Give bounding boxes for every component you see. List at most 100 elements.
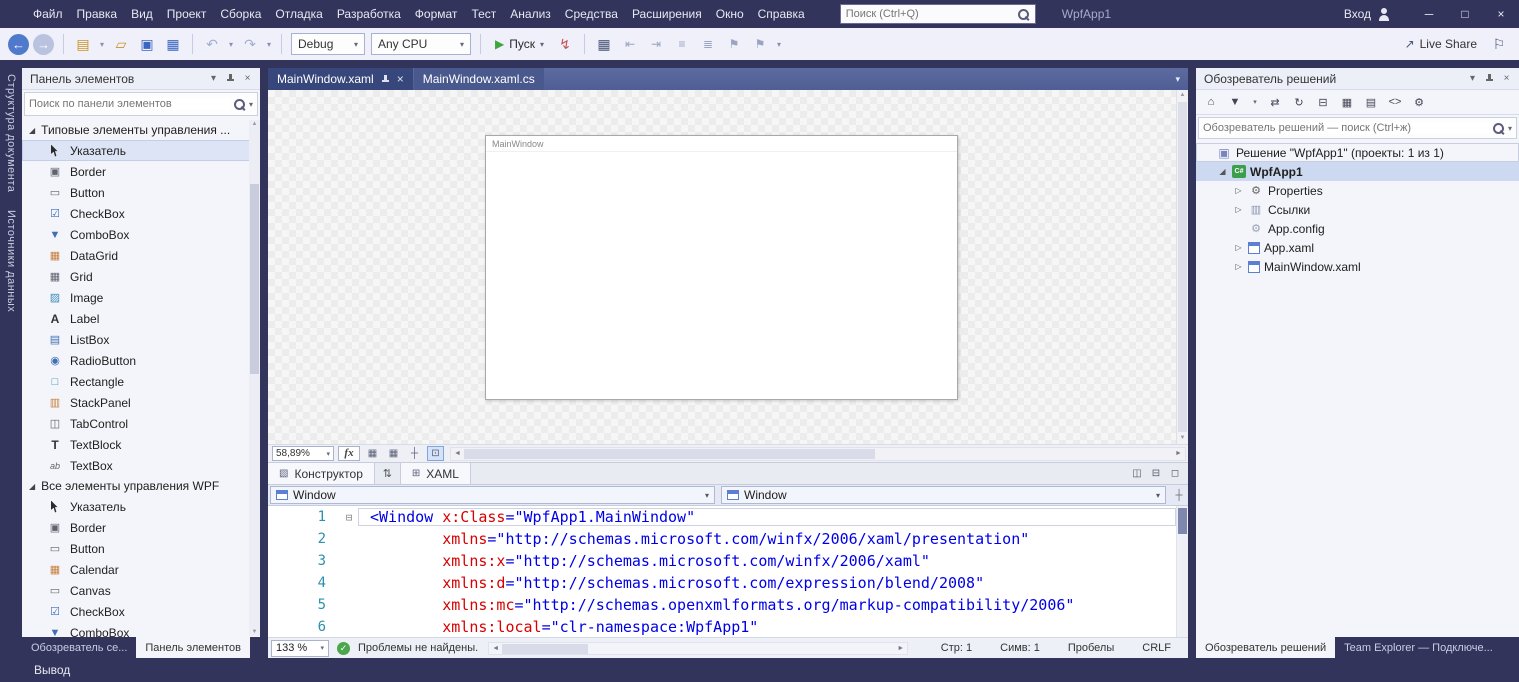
close-icon[interactable]: × <box>397 72 404 86</box>
menu-item-12[interactable]: Окно <box>709 2 751 26</box>
home-icon[interactable]: ⌂ <box>1203 96 1219 108</box>
menu-item-3[interactable]: Проект <box>160 2 214 26</box>
tab-xaml[interactable]: ⊞ XAML <box>401 463 471 484</box>
redo-dropdown-icon[interactable]: ▾ <box>264 32 274 56</box>
toolbox-options-icon[interactable]: ▾ <box>205 70 222 87</box>
toolbox-item-checkbox[interactable]: ☑CheckBox <box>22 601 260 622</box>
tab-design[interactable]: ▧ Конструктор <box>268 463 375 484</box>
toolbox-item-grid[interactable]: ▦Grid <box>22 266 260 287</box>
doc-tab-1[interactable]: MainWindow.xaml.cs <box>414 68 544 90</box>
solution-platforms-select[interactable]: Any CPU ▾ <box>371 33 471 55</box>
menu-item-8[interactable]: Тест <box>464 2 503 26</box>
toolbox-tab-1[interactable]: Панель элементов <box>136 637 250 658</box>
quick-search-input[interactable] <box>846 8 1013 20</box>
hot-reload-icon[interactable]: ↯ <box>553 32 577 56</box>
toolbox-item-border[interactable]: ▣Border <box>22 161 260 182</box>
toolbox-item-rectangle[interactable]: □Rectangle <box>22 371 260 392</box>
toolbox-item-textblock[interactable]: TTextBlock <box>22 434 260 455</box>
scroll-down-icon[interactable]: ▼ <box>252 629 258 635</box>
minimize-button[interactable]: ─ <box>1411 0 1447 28</box>
toolbox-item-button[interactable]: ▭Button <box>22 538 260 559</box>
save-all-button[interactable]: ▦ <box>161 32 185 56</box>
toolbox-item-radiobutton[interactable]: ◉RadioButton <box>22 350 260 371</box>
solution-tab-1[interactable]: Team Explorer — Подключе... <box>1335 637 1502 658</box>
horizontal-split-icon[interactable]: ⊟ <box>1148 468 1164 479</box>
menu-item-13[interactable]: Справка <box>751 2 812 26</box>
solution-pin-icon[interactable] <box>1481 70 1498 87</box>
toolbox-item-pointer[interactable]: Указатель <box>22 140 260 161</box>
menu-item-2[interactable]: Вид <box>124 2 160 26</box>
code-view-icon[interactable]: <> <box>1387 96 1403 108</box>
toolbox-item-combobox[interactable]: ▼ComboBox <box>22 622 260 637</box>
code-line-2[interactable]: 2 xmlns="http://schemas.microsoft.com/wi… <box>268 528 1176 550</box>
toolbox-item-stackpanel[interactable]: ▥StackPanel <box>22 392 260 413</box>
tree-item-0[interactable]: ▣Решение "WpfApp1" (проекты: 1 из 1) <box>1196 143 1519 162</box>
toolbox-search[interactable]: ▾ <box>24 92 258 116</box>
line-ending-indicator[interactable]: CRLF <box>1142 642 1171 654</box>
new-project-dropdown-icon[interactable]: ▾ <box>97 32 107 56</box>
expand-arrow-icon[interactable]: ◢ <box>1217 167 1228 176</box>
wpf-window-preview[interactable]: MainWindow <box>485 135 958 400</box>
breadcrumb-right-select[interactable]: Window ▾ <box>721 486 1166 504</box>
doc-tab-0[interactable]: MainWindow.xaml× <box>268 68 413 90</box>
indent-increase-icon[interactable]: ⇥ <box>644 32 668 56</box>
tree-item-4[interactable]: ⚙App.config <box>1196 219 1519 238</box>
feedback-icon[interactable]: ⚐ <box>1487 32 1511 56</box>
quick-search[interactable] <box>840 4 1036 24</box>
toolbox-item-canvas[interactable]: ▭Canvas <box>22 580 260 601</box>
toolbox-item-image[interactable]: ▨Image <box>22 287 260 308</box>
expand-arrow-icon[interactable]: ▷ <box>1233 243 1244 252</box>
expand-arrow-icon[interactable]: ▷ <box>1233 205 1244 214</box>
toolbox-item-pointer[interactable]: Указатель <box>22 496 260 517</box>
column-indicator[interactable]: Симв: 1 <box>1000 642 1040 654</box>
scroll-right-icon[interactable]: ► <box>894 645 907 652</box>
solution-tab-0[interactable]: Обозреватель решений <box>1196 637 1335 658</box>
prev-bookmark-icon[interactable]: ⚑ <box>722 32 746 56</box>
vertical-split-icon[interactable]: ◫ <box>1129 468 1145 479</box>
code-line-4[interactable]: 4 xmlns:d="http://schemas.microsoft.com/… <box>268 572 1176 594</box>
toolbox-section-header-0[interactable]: ◢Типовые элементы управления ... <box>22 120 260 140</box>
navigate-forward-button[interactable]: → <box>33 34 54 55</box>
toolbox-tab-0[interactable]: Обозреватель се... <box>22 637 136 658</box>
toolbox-item-textbox[interactable]: abTextBox <box>22 455 260 476</box>
member-list-icon[interactable]: ▦ <box>592 32 616 56</box>
toolbar-options-icon[interactable]: ▾ <box>774 32 784 56</box>
toolbox-close-icon[interactable]: × <box>239 70 256 87</box>
menu-item-10[interactable]: Средства <box>558 2 625 26</box>
edge-tab-1[interactable]: Источники данных <box>5 210 17 312</box>
code-line-6[interactable]: 6 xmlns:local="clr-namespace:WpfApp1" <box>268 616 1176 637</box>
indent-decrease-icon[interactable]: ⇤ <box>618 32 642 56</box>
menu-item-0[interactable]: Файл <box>26 2 70 26</box>
collapse-all-icon[interactable]: ⊟ <box>1315 96 1331 109</box>
code-line-1[interactable]: 1⊟<Window x:Class="WpfApp1.MainWindow" <box>268 506 1176 528</box>
toolbox-section-header-1[interactable]: ◢Все элементы управления WPF <box>22 476 260 496</box>
fold-collapse-icon[interactable]: ⊟ <box>340 511 358 524</box>
solution-search[interactable]: ▾ <box>1198 117 1517 139</box>
expand-arrow-icon[interactable]: ▷ <box>1233 262 1244 271</box>
scrollbar-thumb[interactable] <box>1178 102 1187 432</box>
scrollbar-thumb[interactable] <box>250 184 259 374</box>
solution-close-icon[interactable]: × <box>1498 70 1515 87</box>
snap-grid-icon[interactable]: ▦ <box>385 446 402 461</box>
expand-pane-icon[interactable]: ◻ <box>1167 468 1183 479</box>
edge-tab-0[interactable]: Структура документа <box>5 74 17 192</box>
tree-item-1[interactable]: ◢C#WpfApp1 <box>1196 162 1519 181</box>
live-share-button[interactable]: ↗ Live Share <box>1405 37 1477 51</box>
tree-item-6[interactable]: ▷MainWindow.xaml <box>1196 257 1519 276</box>
menu-item-6[interactable]: Разработка <box>330 2 408 26</box>
undo-button[interactable]: ↶ <box>200 32 224 56</box>
menu-item-11[interactable]: Расширения <box>625 2 709 26</box>
filter-icon[interactable]: ▼ <box>1227 96 1243 108</box>
tree-item-2[interactable]: ▷⚙Properties <box>1196 181 1519 200</box>
expand-arrow-icon[interactable]: ▷ <box>1233 186 1244 195</box>
toolbox-item-label[interactable]: ALabel <box>22 308 260 329</box>
close-button[interactable]: × <box>1483 0 1519 28</box>
next-bookmark-icon[interactable]: ⚑ <box>748 32 772 56</box>
navigate-back-button[interactable]: ← <box>8 34 29 55</box>
code-line-3[interactable]: 3 xmlns:x="http://schemas.microsoft.com/… <box>268 550 1176 572</box>
toolbox-item-combobox[interactable]: ▼ComboBox <box>22 224 260 245</box>
tree-item-5[interactable]: ▷App.xaml <box>1196 238 1519 257</box>
spaces-indicator[interactable]: Пробелы <box>1068 642 1114 654</box>
pin-icon[interactable] <box>381 74 390 85</box>
toolbox-item-listbox[interactable]: ▤ListBox <box>22 329 260 350</box>
